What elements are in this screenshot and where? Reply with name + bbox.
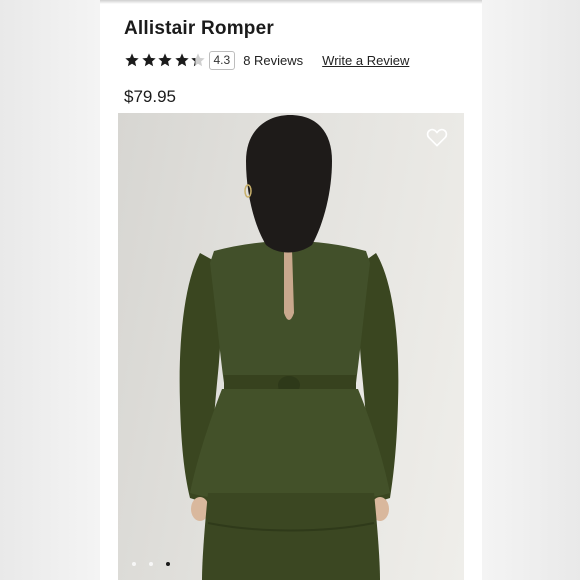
star-full-icon [158,53,172,67]
product-price: $79.95 [124,87,176,106]
left-margin [0,0,100,580]
heart-outline-icon[interactable] [426,127,448,147]
reviews-count[interactable]: 8 Reviews [243,53,303,68]
star-full-icon [125,53,139,67]
right-margin [482,0,580,580]
carousel-dot-3-active[interactable] [166,562,170,566]
top-edge-shadow [100,0,482,4]
carousel-dot-2[interactable] [149,562,153,566]
carousel-dot-1[interactable] [132,562,136,566]
product-image[interactable] [118,113,464,580]
write-review-link[interactable]: Write a Review [322,53,409,68]
star-full-icon [141,53,156,67]
star-rating [124,52,207,68]
star-full-icon [174,53,189,67]
model-photo-illustration [179,115,399,580]
product-card: Allistair Romper 4.3 8 Reviews Write a R… [100,0,482,580]
star-partial-icon [191,53,205,67]
carousel-dots [132,562,170,566]
product-title: Allistair Romper [124,18,274,39]
rating-row: 4.3 8 Reviews Write a Review [124,49,409,71]
rating-value-badge: 4.3 [208,50,236,70]
